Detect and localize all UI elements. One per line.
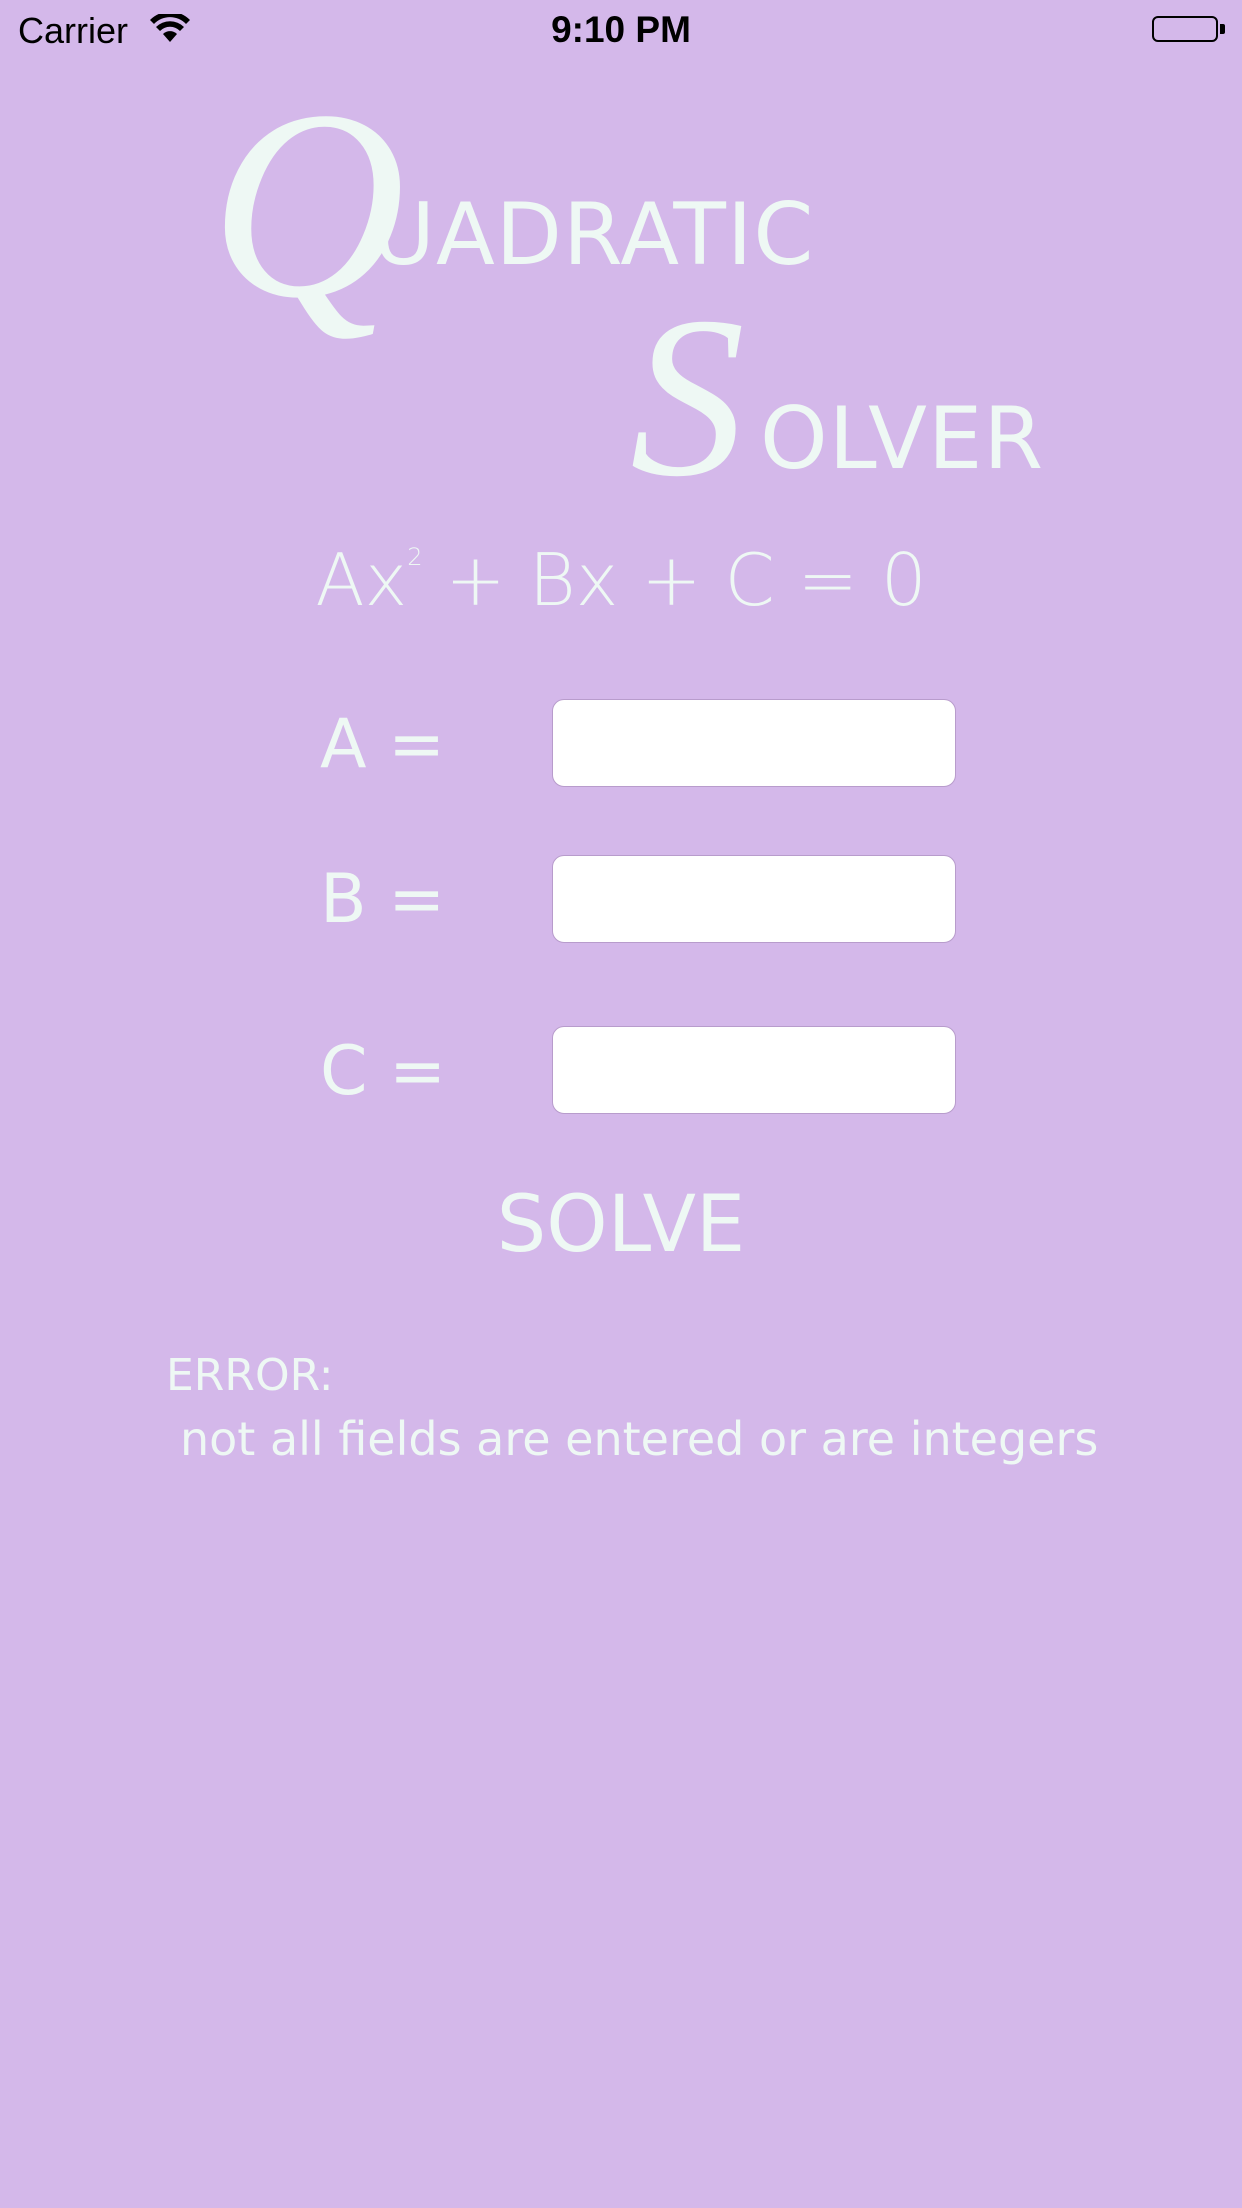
quadratic-equation: Ax2 + Bx + C = 0: [0, 538, 1242, 622]
title-quadratic: UADRATIC: [372, 185, 815, 285]
title-solver: OLVER: [760, 389, 1045, 489]
title-s-initial: S: [630, 269, 745, 524]
solve-button[interactable]: SOLVE: [0, 1180, 1242, 1270]
c-label: C =: [320, 1032, 447, 1111]
c-input[interactable]: [552, 1026, 956, 1114]
a-label: A =: [320, 705, 446, 784]
error-message: not all fields are entered or are intege…: [180, 1412, 1099, 1466]
equation-exponent: 2: [407, 543, 423, 571]
a-input[interactable]: [552, 699, 956, 787]
b-label: B =: [320, 860, 446, 939]
equation-rest: + Bx + C = 0: [422, 538, 927, 622]
error-title: ERROR:: [166, 1350, 334, 1401]
battery-icon: [1152, 16, 1228, 46]
status-bar: Carrier 9:10 PM: [0, 0, 1242, 62]
status-time: 9:10 PM: [551, 9, 691, 50]
equation-ax: Ax: [315, 538, 408, 622]
b-input[interactable]: [552, 855, 956, 943]
